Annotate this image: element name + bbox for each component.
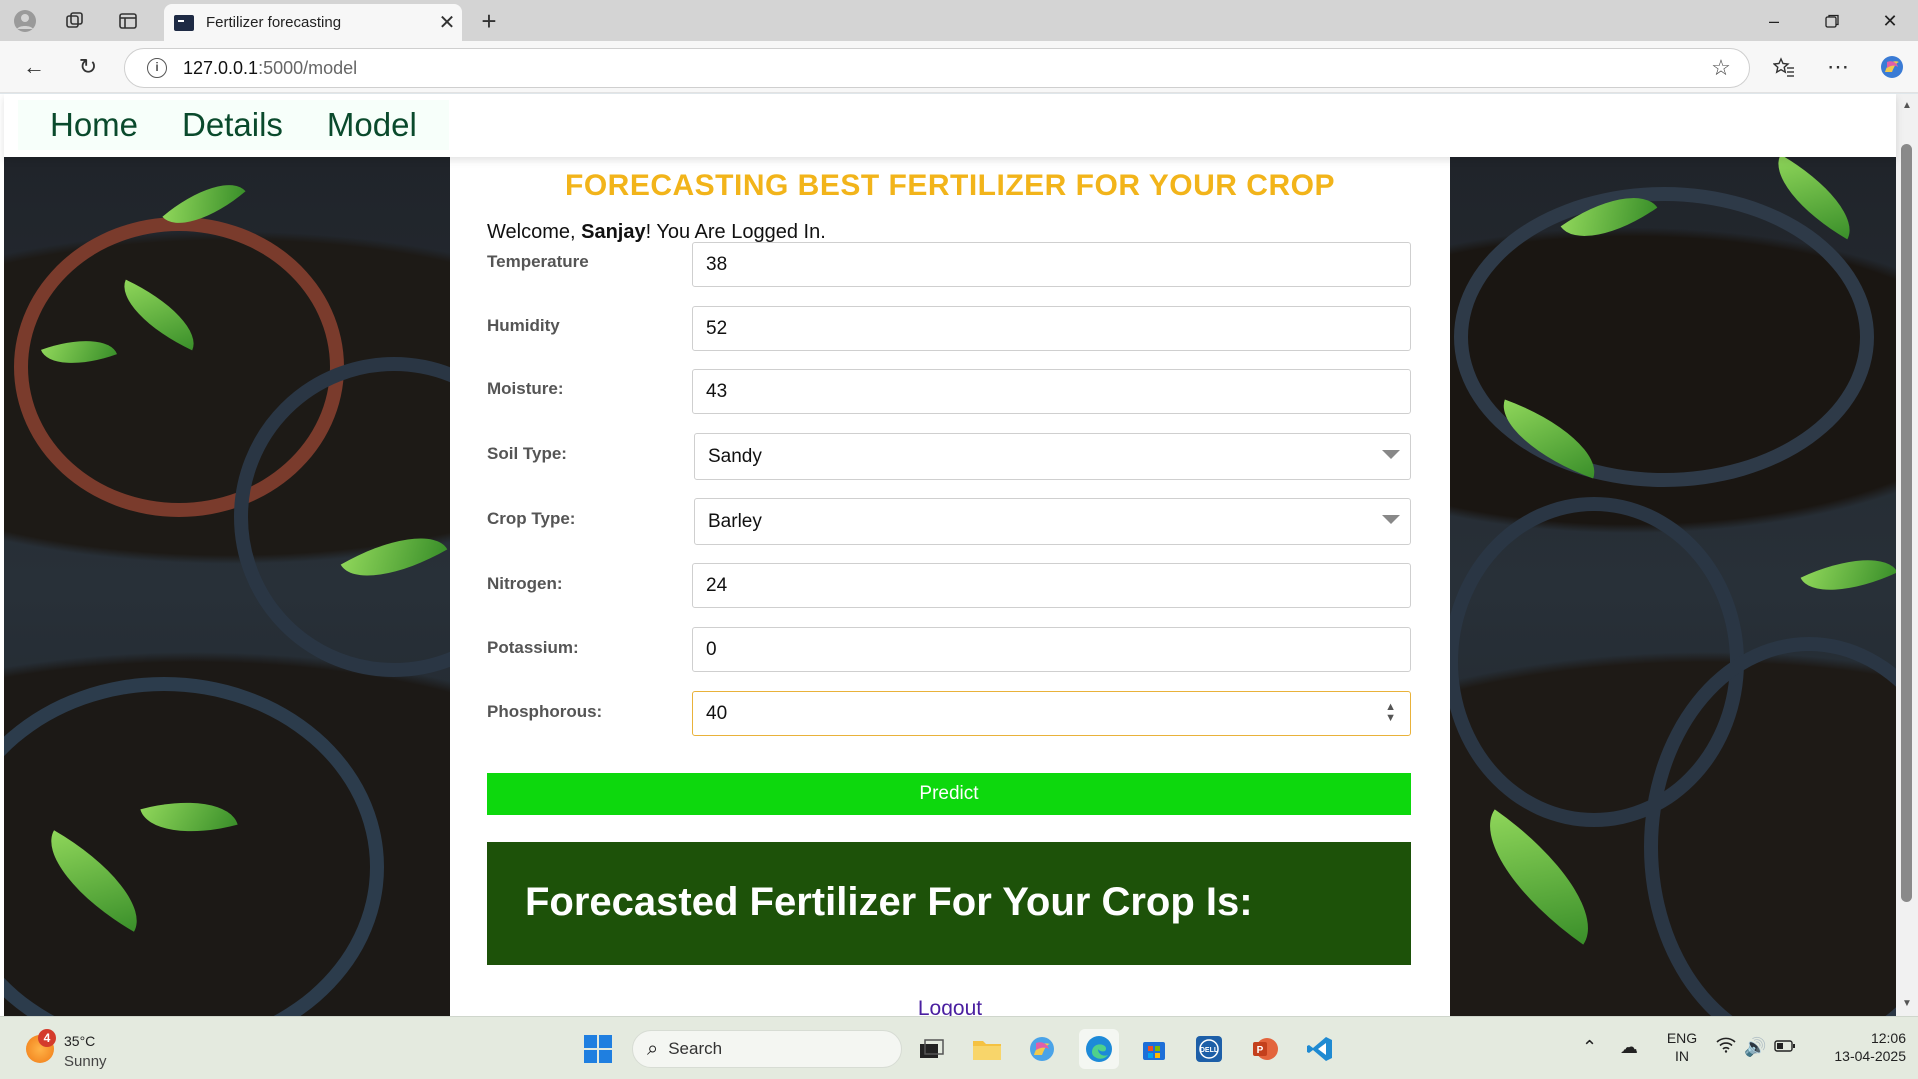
windows-taskbar: 4 35°C Sunny ⌕ Search DELL P ⌃ ☁ ENG IN … (0, 1016, 1918, 1079)
page-scrollbar[interactable]: ▲ ▼ (1896, 94, 1918, 1016)
welcome-suffix: ! You Are Logged In. (645, 221, 826, 243)
minimize-icon[interactable]: – (1746, 4, 1802, 38)
potassium-input[interactable]: 0 (692, 627, 1411, 672)
scroll-up-icon[interactable]: ▲ (1901, 100, 1913, 111)
taskbar-search[interactable]: ⌕ Search (632, 1030, 902, 1068)
crop-type-label: Crop Type: (487, 509, 576, 528)
logout-link[interactable]: Logout (450, 997, 1450, 1016)
chevron-up-icon[interactable]: ⌃ (1582, 1037, 1597, 1058)
page-viewport: Home Details Model FORECASTING BEST FERT… (0, 94, 1918, 1016)
scroll-down-icon[interactable]: ▼ (1901, 998, 1913, 1009)
humidity-input[interactable]: 52 (692, 306, 1411, 351)
result-box: Forecasted Fertilizer For Your Crop Is: (487, 842, 1411, 965)
potassium-label: Potassium: (487, 638, 579, 657)
dell-icon[interactable]: DELL (1189, 1029, 1229, 1069)
moisture-label: Moisture: (487, 379, 564, 398)
temperature-label: Temperature (487, 252, 589, 271)
weather-badge: 4 (38, 1029, 56, 1047)
edge-icon[interactable] (1079, 1029, 1119, 1069)
search-label: Search (668, 1039, 723, 1058)
browser-titlebar: Fertilizer forecasting ✕ + – ✕ (0, 0, 1918, 41)
welcome-message: Welcome, Sanjay! You Are Logged In. (487, 221, 826, 244)
number-spinner-icon[interactable]: ▲ ▼ (1385, 702, 1396, 724)
chevron-down-icon (1382, 515, 1400, 524)
welcome-username: Sanjay (581, 221, 646, 243)
phosphorous-label: Phosphorous: (487, 702, 603, 721)
site-nav-links: Home Details Model (18, 100, 449, 150)
language-code: ENG (1666, 1030, 1698, 1046)
file-explorer-icon[interactable] (967, 1029, 1007, 1069)
welcome-prefix: Welcome, (487, 221, 582, 243)
vertical-tabs-icon[interactable] (111, 6, 145, 36)
close-window-icon[interactable]: ✕ (1862, 4, 1918, 38)
favorite-star-icon[interactable]: ☆ (1701, 55, 1741, 81)
weather-temperature[interactable]: 35°C (64, 1033, 95, 1049)
svg-text:P: P (1257, 1045, 1264, 1056)
back-icon[interactable]: ← (16, 49, 52, 85)
wifi-icon[interactable] (1716, 1037, 1736, 1058)
new-tab-button[interactable]: + (472, 6, 506, 36)
reload-icon[interactable]: ↻ (70, 49, 106, 85)
tab-fertilizer-forecasting[interactable]: Fertilizer forecasting ✕ (164, 4, 462, 41)
onedrive-offline-icon[interactable]: ☁ (1620, 1037, 1638, 1058)
humidity-label: Humidity (487, 316, 560, 335)
close-tab-icon[interactable]: ✕ (432, 10, 462, 35)
tab-title: Fertilizer forecasting (206, 14, 342, 31)
phosphorous-input[interactable]: 40 ▲ ▼ (692, 691, 1411, 736)
pot-shape (1454, 187, 1874, 487)
leaf-shape (1460, 809, 1618, 945)
crop-type-select[interactable]: Barley (694, 498, 1411, 545)
restore-icon[interactable] (1804, 4, 1860, 38)
nav-link-home[interactable]: Home (50, 106, 138, 144)
clock-date: 13-04-2025 (1834, 1048, 1906, 1064)
page-title: FORECASTING BEST FERTILIZER FOR YOUR CRO… (565, 169, 1335, 202)
windows-start-icon[interactable] (578, 1029, 618, 1069)
favorites-icon[interactable] (1766, 49, 1802, 85)
task-view-icon[interactable] (912, 1029, 952, 1069)
site-info-icon[interactable]: i (147, 58, 167, 78)
profile-icon[interactable] (8, 6, 42, 36)
site-navbar: Home Details Model (4, 94, 1896, 157)
vscode-icon[interactable] (1300, 1029, 1340, 1069)
browser-toolbar: ← ↻ i 127.0.0.1:5000/model ☆ ⋯ (0, 41, 1918, 93)
more-options-icon[interactable]: ⋯ (1820, 49, 1856, 85)
region-code: IN (1675, 1048, 1689, 1064)
phosphorous-value: 40 (706, 702, 728, 724)
nav-link-model[interactable]: Model (327, 106, 417, 144)
result-text: Forecasted Fertilizer For Your Crop Is: (525, 880, 1253, 924)
soil-type-select[interactable]: Sandy (694, 433, 1411, 480)
model-form-panel: FORECASTING BEST FERTILIZER FOR YOUR CRO… (450, 157, 1450, 1016)
leaf-shape (1800, 539, 1896, 611)
copilot-icon[interactable] (1874, 49, 1910, 85)
soil-type-value: Sandy (708, 445, 762, 467)
address-bar[interactable]: i 127.0.0.1:5000/model ☆ (124, 48, 1750, 88)
svg-text:DELL: DELL (1200, 1047, 1219, 1054)
predict-button[interactable]: Predict (487, 773, 1411, 815)
store-icon[interactable] (1134, 1029, 1174, 1069)
nav-link-details[interactable]: Details (182, 106, 283, 144)
chevron-down-icon (1382, 450, 1400, 459)
nitrogen-label: Nitrogen: (487, 574, 563, 593)
moisture-input[interactable]: 43 (692, 369, 1411, 414)
url-text[interactable]: 127.0.0.1:5000/model (183, 58, 1701, 79)
copilot-app-icon[interactable] (1022, 1029, 1062, 1069)
language-indicator[interactable]: ENG IN (1664, 1029, 1700, 1065)
url-host: 127.0.0.1 (183, 57, 259, 78)
soil-type-label: Soil Type: (487, 444, 567, 463)
temperature-input[interactable]: 38 (692, 242, 1411, 287)
search-icon: ⌕ (647, 1037, 659, 1060)
powerpoint-icon[interactable]: P (1245, 1029, 1285, 1069)
url-path: :5000/model (258, 57, 358, 78)
clock[interactable]: 12:06 13-04-2025 (1810, 1029, 1906, 1065)
workspaces-icon[interactable] (58, 6, 92, 36)
volume-icon[interactable]: 🔊 (1744, 1037, 1766, 1058)
scroll-thumb[interactable] (1901, 144, 1912, 902)
nitrogen-input[interactable]: 24 (692, 563, 1411, 608)
weather-condition[interactable]: Sunny (64, 1053, 107, 1070)
battery-icon[interactable] (1774, 1037, 1796, 1058)
clock-time: 12:06 (1870, 1030, 1906, 1046)
terminal-favicon-icon (174, 14, 194, 31)
crop-type-value: Barley (708, 510, 762, 532)
